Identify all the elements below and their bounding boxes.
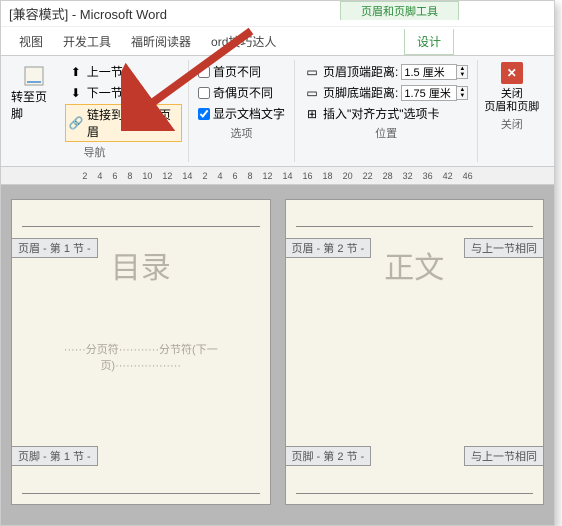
checkbox-icon[interactable]: [198, 87, 210, 99]
first-page-diff-label: 首页不同: [213, 63, 261, 80]
page1-body: 目录 ······分页符···········分节符(下一页)·········…: [12, 237, 270, 467]
show-doc-text-label: 显示文档文字: [213, 105, 285, 122]
link-to-previous-button[interactable]: 🔗 链接到前一条页眉: [65, 104, 182, 142]
align-tab-icon: ⊞: [304, 106, 320, 122]
next-label: 下一节: [87, 84, 123, 101]
footer-dist-input[interactable]: [401, 85, 457, 101]
header-distance-row: ▭ 页眉顶端距离: ▲▼: [301, 62, 471, 81]
prev-icon: ⬆: [68, 64, 84, 80]
page1-footer-tag: 页脚 - 第 1 节 -: [11, 446, 98, 466]
title-bar: [兼容模式] - Microsoft Word: [1, 1, 554, 27]
next-icon: ⬇: [68, 85, 84, 101]
header-dist-input[interactable]: [401, 64, 457, 80]
page1-header-tag: 页眉 - 第 1 节 -: [11, 238, 98, 258]
group-nav: 转至页脚 ⬆ 上一节 ⬇ 下一节 🔗 链接到前一条页眉: [1, 60, 189, 162]
footer-dist-label: 页脚底端距离:: [323, 84, 398, 101]
close-label: 关闭 页眉和页脚: [484, 88, 539, 114]
word-window: 页眉和页脚工具 [兼容模式] - Microsoft Word 视图 开发工具 …: [0, 0, 555, 526]
checkbox-icon[interactable]: [198, 66, 210, 78]
section-break-text: ······分页符···········分节符(下一页)············…: [26, 341, 256, 373]
tab-dev[interactable]: 开发工具: [53, 29, 121, 55]
page-1: 页眉 - 第 1 节 - 目录 ······分页符···········分节符(…: [11, 199, 271, 505]
group-position: ▭ 页眉顶端距离: ▲▼ ▭ 页脚底端距离: ▲▼: [295, 60, 478, 162]
group-close-label: 关闭: [484, 116, 539, 132]
horizontal-ruler: 246810121424681214161820222832364246: [1, 167, 554, 185]
tab-design[interactable]: 设计: [404, 29, 454, 55]
tab-foxit[interactable]: 福昕阅读器: [121, 29, 201, 55]
group-options-label: 选项: [195, 125, 288, 141]
tab-tips[interactable]: ord技巧达人: [201, 29, 286, 55]
header-dist-label: 页眉顶端距离:: [323, 63, 398, 80]
page2-header[interactable]: [294, 208, 536, 229]
page2-footer-tag: 页脚 - 第 2 节 -: [285, 446, 372, 466]
insert-align-label: 插入"对齐方式"选项卡: [323, 105, 440, 122]
page2-footer[interactable]: [294, 475, 536, 496]
checkbox-icon[interactable]: [198, 108, 210, 120]
show-doc-text-checkbox[interactable]: 显示文档文字: [195, 104, 288, 123]
ribbon: 转至页脚 ⬆ 上一节 ⬇ 下一节 🔗 链接到前一条页眉: [1, 56, 554, 167]
context-tab-group: 页眉和页脚工具: [340, 1, 459, 20]
goto-footer-label: 转至页脚: [11, 88, 57, 122]
group-close: ✕ 关闭 页眉和页脚 关闭: [478, 60, 545, 162]
close-icon: ✕: [507, 66, 517, 80]
first-page-diff-checkbox[interactable]: 首页不同: [195, 62, 288, 81]
ribbon-tabs: 视图 开发工具 福昕阅读器 ord技巧达人 设计: [1, 27, 554, 56]
document-area: 页眉 - 第 1 节 - 目录 ······分页符···········分节符(…: [1, 185, 554, 525]
insert-align-tab-button[interactable]: ⊞ 插入"对齐方式"选项卡: [301, 104, 471, 123]
odd-even-diff-checkbox[interactable]: 奇偶页不同: [195, 83, 288, 102]
footer-distance-row: ▭ 页脚底端距离: ▲▼: [301, 83, 471, 102]
odd-even-diff-label: 奇偶页不同: [213, 84, 273, 101]
next-section-button[interactable]: ⬇ 下一节: [65, 83, 182, 102]
page2-same-as-prev-bot: 与上一节相同: [464, 446, 544, 466]
link-label: 链接到前一条页眉: [87, 106, 178, 140]
goto-footer-icon: [20, 64, 48, 88]
footer-dist-icon: ▭: [304, 85, 320, 101]
page2-body: 正文: [286, 237, 544, 467]
page1-footer[interactable]: [20, 475, 262, 496]
group-nav-label: 导航: [7, 144, 182, 160]
page2-header-tag: 页眉 - 第 2 节 -: [285, 238, 372, 258]
tab-view[interactable]: 视图: [9, 29, 53, 55]
page-2: 页眉 - 第 2 节 - 与上一节相同 正文 页脚 - 第 2 节 - 与上一节…: [285, 199, 545, 505]
page2-same-as-prev-top: 与上一节相同: [464, 238, 544, 258]
header-dist-icon: ▭: [304, 64, 320, 80]
spin-down[interactable]: ▼: [457, 72, 467, 78]
group-options: 首页不同 奇偶页不同 显示文档文字 选项: [189, 60, 295, 162]
prev-label: 上一节: [87, 63, 123, 80]
close-header-footer-button[interactable]: ✕: [501, 62, 523, 84]
page1-header[interactable]: [20, 208, 262, 229]
prev-section-button[interactable]: ⬆ 上一节: [65, 62, 182, 81]
goto-footer-button[interactable]: 转至页脚: [7, 62, 61, 124]
group-position-label: 位置: [301, 125, 471, 141]
spin-down[interactable]: ▼: [457, 93, 467, 99]
link-icon: 🔗: [69, 115, 84, 131]
